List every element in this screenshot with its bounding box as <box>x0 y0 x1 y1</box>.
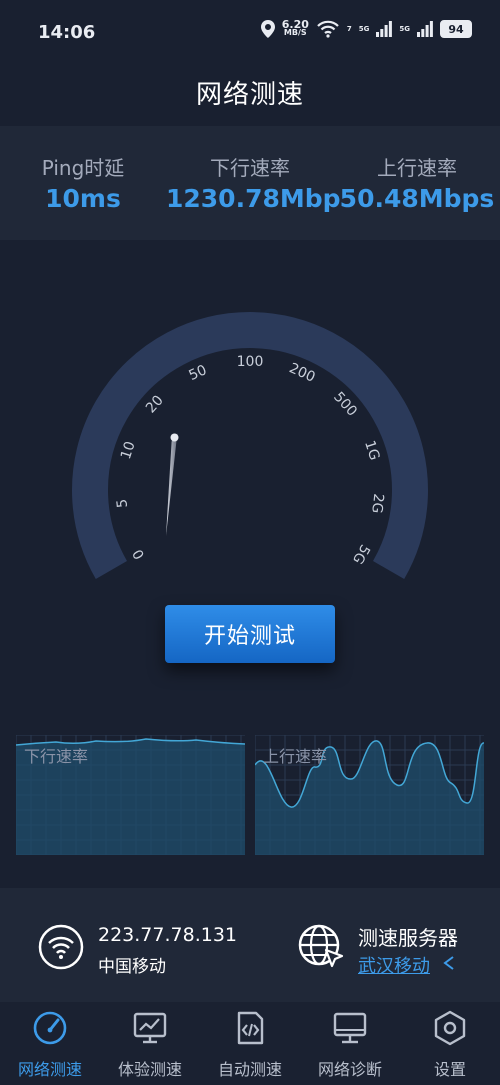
stats-bar: Ping时延 10ms 下行速率 1230.78Mbp 上行速率 50.48Mb… <box>0 126 500 240</box>
caret-left-icon[interactable] <box>443 956 455 970</box>
ping-label: Ping时延 <box>41 156 125 180</box>
wifi-icon <box>317 20 339 38</box>
nav-item-speedtest[interactable]: 网络测速 <box>0 1002 100 1085</box>
page-title: 网络测速 <box>195 80 304 110</box>
gauge-tick-label: 10 <box>118 439 139 461</box>
speedometer-icon <box>33 1011 67 1045</box>
upload-value: 50.48Mbps <box>339 184 495 213</box>
location-icon <box>260 20 275 38</box>
status-icons: 6.20 MB/S 7 5G 5G 94 <box>260 18 472 38</box>
download-graph: 下行速率 <box>16 735 245 855</box>
download-graph-label: 下行速率 <box>24 747 89 766</box>
server-title: 测速服务器 <box>358 926 458 950</box>
globe-icon <box>298 924 344 968</box>
battery-icon: 94 <box>440 20 472 38</box>
ping-value: 10ms <box>45 184 121 213</box>
monitor-chart-icon <box>133 1012 167 1044</box>
net-speed: 6.20 MB/S <box>281 18 309 37</box>
gauge-tick-label: 0 <box>130 546 148 562</box>
nav-item-experience[interactable]: 体验测速 <box>100 1002 200 1085</box>
download-stat: 下行速率 1230.78Mbp <box>166 126 341 240</box>
download-label: 下行速率 <box>210 156 290 180</box>
server-name-link[interactable]: 武汉移动 <box>358 952 430 978</box>
isp-name: 中国移动 <box>98 957 166 977</box>
ip-address: 223.77.78.131 <box>98 924 238 946</box>
gauge-tick-label: 200 <box>287 360 318 385</box>
download-value: 1230.78Mbp <box>166 184 341 213</box>
signal-icon <box>376 21 393 37</box>
bottom-nav: 网络测速 体验测速 自动测速 网络诊断 设置 <box>0 1002 500 1085</box>
status-time: 14:06 <box>38 22 96 43</box>
gauge-tick-label: 5 <box>114 498 131 509</box>
upload-graph: 上行速率 <box>255 735 484 855</box>
nav-item-settings[interactable]: 设置 <box>400 1002 500 1085</box>
wifi-tag: 7 <box>346 24 352 33</box>
signal1-tag: 5G <box>358 24 370 33</box>
gauge-ticks: 05102050100 2005001G2G5G <box>114 354 386 567</box>
upload-label: 上行速率 <box>377 156 457 180</box>
nav-item-auto[interactable]: 自动测速 <box>200 1002 300 1085</box>
start-test-button[interactable]: 开始测试 <box>165 605 335 663</box>
speed-gauge: 05102050100 2005001G2G5G <box>72 312 428 579</box>
signal2-tag: 5G <box>399 24 410 33</box>
gauge-tick-label: 100 <box>237 354 264 370</box>
signal-icon-2 <box>417 21 433 37</box>
nav-item-diagnosis[interactable]: 网络诊断 <box>300 1002 400 1085</box>
upload-graph-label: 上行速率 <box>263 747 328 766</box>
settings-hexagon-icon <box>434 1010 466 1046</box>
gauge-tick-label: 5G <box>349 541 373 566</box>
desktop-icon <box>333 1012 367 1044</box>
gauge-needle-tip <box>170 433 179 442</box>
gauge-tick-label: 50 <box>187 362 210 384</box>
upload-stat: 上行速率 50.48Mbps <box>334 126 500 240</box>
code-file-icon <box>237 1011 264 1045</box>
wifi-circle-icon <box>38 924 84 970</box>
gauge-tick-label: 1G <box>361 439 382 463</box>
gauge-tick-label: 2G <box>368 493 386 514</box>
ping-stat: Ping时延 10ms <box>0 126 166 240</box>
gauge-needle <box>166 433 178 536</box>
gauge-tick-label: 20 <box>143 392 167 416</box>
